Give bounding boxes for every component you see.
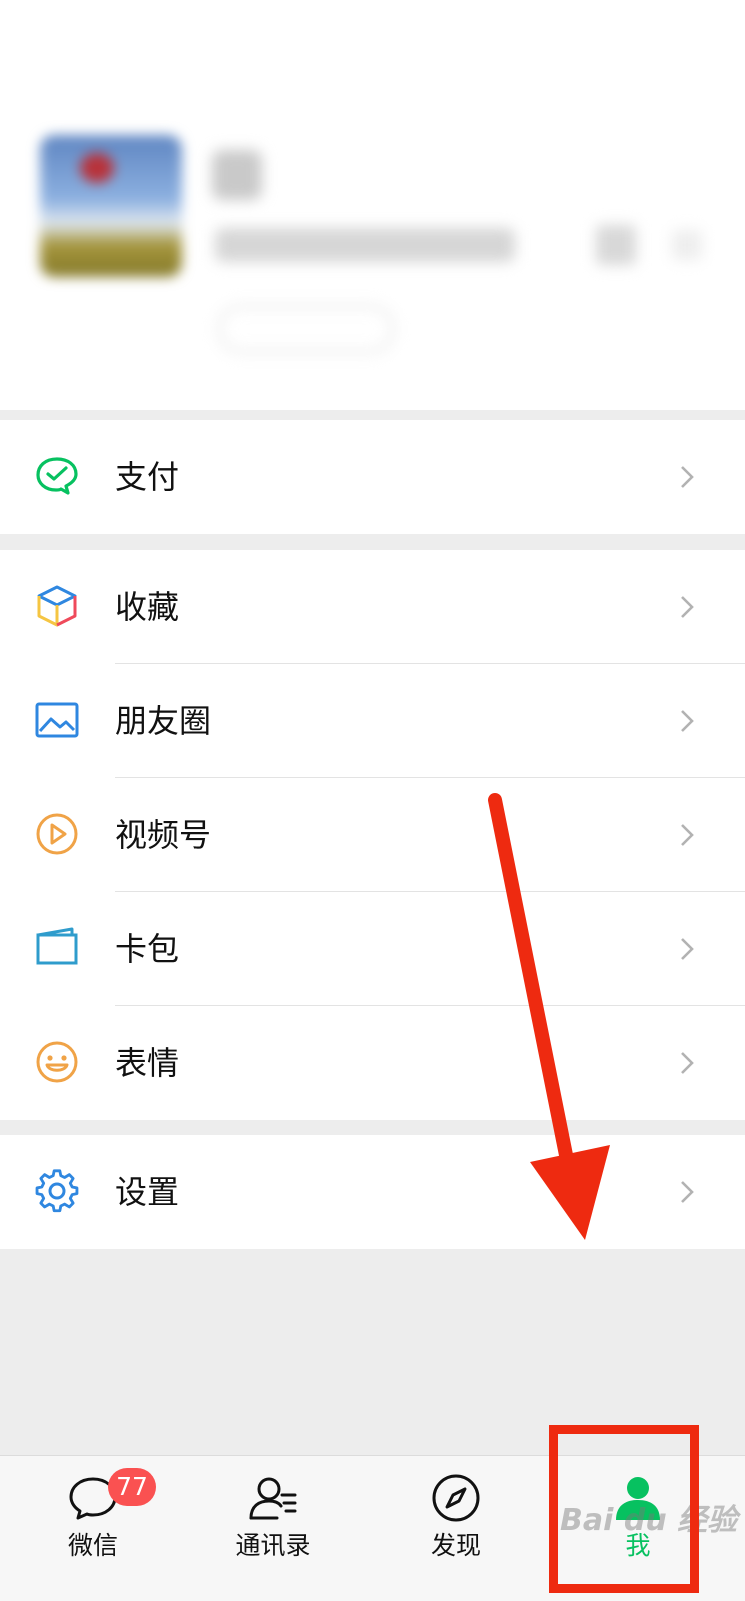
gear-icon <box>35 1169 79 1213</box>
menu-item-stickers[interactable]: 表情 <box>0 1006 745 1120</box>
chevron-right-icon <box>681 1181 694 1203</box>
chevron-right-icon <box>681 466 694 488</box>
channels-play-icon <box>36 813 78 855</box>
menu-label: 表情 <box>115 1044 180 1082</box>
menu-item-pay[interactable]: 支付 <box>0 420 745 534</box>
chevron-right-icon <box>681 938 694 960</box>
tab-label: 通讯录 <box>235 1531 311 1560</box>
menu-item-favorites[interactable]: 收藏 <box>0 550 745 664</box>
profile-header[interactable] <box>0 0 745 410</box>
menu-group-settings: 设置 <box>0 1135 745 1249</box>
tab-discover[interactable]: 发现 <box>363 1456 549 1601</box>
tab-label: 微信 <box>67 1531 118 1560</box>
avatar[interactable] <box>40 135 182 277</box>
menu-group-main: 收藏 朋友圈 视频号 卡包 表情 <box>0 550 745 1120</box>
menu-label: 设置 <box>115 1173 180 1211</box>
menu-item-channels[interactable]: 视频号 <box>0 778 745 892</box>
menu-item-cards[interactable]: 卡包 <box>0 892 745 1006</box>
smiley-face-icon <box>36 1041 78 1083</box>
menu-label: 视频号 <box>115 816 212 854</box>
chevron-right-icon <box>672 230 702 260</box>
moments-image-icon <box>35 702 79 738</box>
highlight-box-annotation <box>549 1425 699 1593</box>
tab-label: 发现 <box>430 1531 481 1560</box>
card-wallet-icon <box>36 927 78 965</box>
favorites-cube-icon <box>37 585 77 627</box>
menu-group-pay: 支付 <box>0 420 745 534</box>
tab-chats[interactable]: 77 微信 <box>0 1456 186 1601</box>
tab-contacts[interactable]: 通讯录 <box>180 1456 366 1601</box>
nickname-blurred <box>212 150 262 200</box>
chevron-right-icon <box>681 710 694 732</box>
menu-label: 收藏 <box>115 588 180 626</box>
menu-label: 支付 <box>115 458 180 496</box>
menu-item-settings[interactable]: 设置 <box>0 1135 745 1249</box>
menu-label: 卡包 <box>115 930 180 968</box>
chevron-right-icon <box>681 596 694 618</box>
status-button[interactable] <box>218 305 394 353</box>
qr-code-icon[interactable] <box>596 225 636 265</box>
unread-badge: 77 <box>108 1468 156 1506</box>
chevron-right-icon <box>681 824 694 846</box>
contacts-person-icon <box>249 1477 297 1520</box>
wechat-id-blurred <box>215 228 515 262</box>
chevron-right-icon <box>681 1052 694 1074</box>
compass-icon <box>432 1474 480 1522</box>
menu-item-moments[interactable]: 朋友圈 <box>0 664 745 778</box>
wechat-pay-icon <box>36 457 78 495</box>
menu-label: 朋友圈 <box>115 702 212 740</box>
